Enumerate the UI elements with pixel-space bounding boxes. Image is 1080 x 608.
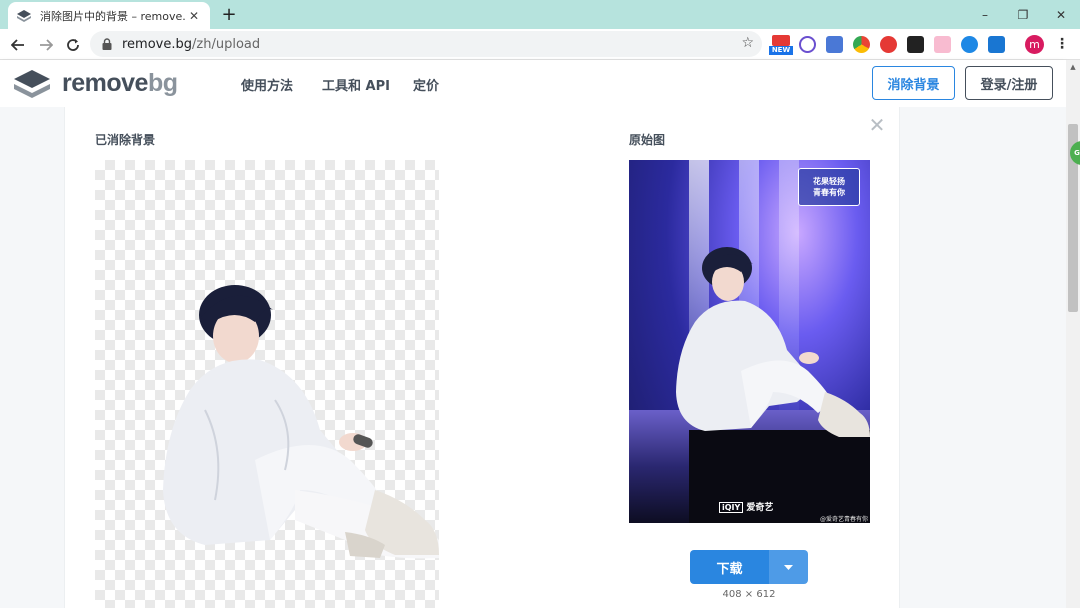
bilibili-extension-icon[interactable] bbox=[934, 36, 951, 53]
window-close-button[interactable]: ✕ bbox=[1042, 0, 1080, 29]
nav-pricing[interactable]: 定价 bbox=[413, 75, 439, 94]
image-dimensions: 408 × 612 bbox=[722, 589, 776, 600]
bookmark-star-icon[interactable]: ☆ bbox=[741, 35, 754, 51]
browser-menu-icon[interactable]: ⋮ bbox=[1054, 35, 1070, 54]
tab-strip: 消除图片中的背景 – remove.bg ✕ + – ❐ ✕ bbox=[0, 0, 1080, 29]
forward-arrow-icon[interactable] bbox=[34, 33, 58, 57]
removebg-logo[interactable]: removebg bbox=[14, 69, 178, 98]
extension-new-label: NEW bbox=[769, 46, 793, 55]
iqiyi-watermark: iQIY 爱奇艺 bbox=[719, 500, 773, 513]
tab-close-icon[interactable]: ✕ bbox=[186, 9, 202, 23]
translate-extension-icon[interactable] bbox=[826, 36, 843, 53]
login-register-button[interactable]: 登录/注册 bbox=[965, 66, 1053, 100]
original-person-figure bbox=[676, 247, 870, 437]
new-tab-button[interactable]: + bbox=[218, 4, 240, 26]
scroll-up-arrow-icon[interactable]: ▲ bbox=[1066, 60, 1080, 74]
logo-wordmark: removebg bbox=[62, 69, 178, 98]
logo-word-main: remove bbox=[62, 69, 148, 97]
browser-toolbar: remove.bg/zh/upload ☆ NEW m ⋮ bbox=[0, 29, 1080, 60]
original-label: 原始图 bbox=[629, 133, 666, 147]
p-extension-icon[interactable] bbox=[988, 36, 1005, 53]
weibo-watermark: @爱奇艺青春有你 bbox=[819, 516, 868, 523]
nav-how-to-use[interactable]: 使用方法 bbox=[241, 75, 293, 94]
iqiyi-watermark-text: 爱奇艺 bbox=[746, 503, 774, 513]
address-bar[interactable]: remove.bg/zh/upload ☆ bbox=[90, 31, 762, 57]
restore-button[interactable]: ❐ bbox=[1004, 0, 1042, 29]
result-label: 已消除背景 bbox=[95, 133, 156, 147]
url-path: /zh/upload bbox=[192, 36, 261, 52]
remove-background-button[interactable]: 消除背景 bbox=[872, 66, 955, 100]
download-button[interactable]: 下载 bbox=[690, 550, 769, 584]
browser-tab-active[interactable]: 消除图片中的背景 – remove.bg ✕ bbox=[8, 2, 210, 29]
logo-word-bg: bg bbox=[147, 69, 178, 97]
site-header: removebg 使用方法 工具和 API 定价 消除背景 登录/注册 bbox=[0, 60, 1066, 107]
watermark-line-1: 花果轻扬 bbox=[813, 177, 845, 186]
extension-new-icon[interactable]: NEW bbox=[769, 35, 793, 55]
clock-extension-icon[interactable] bbox=[799, 36, 816, 53]
close-result-icon[interactable]: ✕ bbox=[868, 115, 886, 135]
original-image: 花果轻扬 青春有你 iQIY 爱奇艺 @爱奇艺青春有你 bbox=[629, 160, 870, 523]
reload-icon[interactable] bbox=[61, 33, 85, 57]
lock-icon bbox=[100, 37, 114, 51]
tampermonkey-extension-icon[interactable] bbox=[907, 36, 924, 53]
show-logo-watermark: 花果轻扬 青春有你 bbox=[798, 168, 860, 206]
nav-tools-api[interactable]: 工具和 API bbox=[322, 75, 390, 94]
chrome-extension-icon[interactable] bbox=[853, 36, 870, 53]
cutout-person-figure bbox=[163, 285, 439, 559]
url-text: remove.bg/zh/upload bbox=[122, 37, 260, 52]
back-arrow-icon[interactable] bbox=[6, 33, 30, 57]
result-image bbox=[95, 160, 439, 608]
opera-extension-icon[interactable] bbox=[880, 36, 897, 53]
tab-title: 消除图片中的背景 – remove.bg bbox=[40, 9, 186, 23]
download-options-button[interactable] bbox=[769, 550, 808, 584]
url-host: remove.bg bbox=[122, 36, 193, 52]
profile-avatar[interactable]: m bbox=[1025, 35, 1044, 54]
minimize-button[interactable]: – bbox=[966, 0, 1004, 29]
watermark-line-2: 青春有你 bbox=[813, 188, 845, 197]
c-extension-icon[interactable] bbox=[961, 36, 978, 53]
removebg-favicon-icon bbox=[16, 8, 32, 24]
caret-down-icon bbox=[784, 564, 793, 570]
layers-logo-icon bbox=[14, 69, 50, 98]
